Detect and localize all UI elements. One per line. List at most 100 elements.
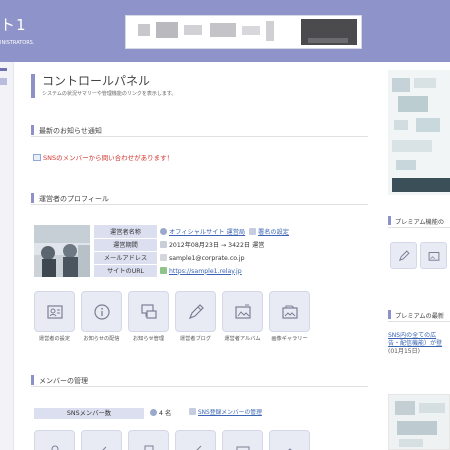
email-address: sample1@corprate.co.jp <box>169 254 245 262</box>
notice-text[interactable]: SNSのメンバーから問い合わせがあります！ <box>43 154 173 162</box>
gallery-icon <box>281 305 298 319</box>
section-title: メンバーの管理 <box>39 377 88 385</box>
member-tile[interactable] <box>269 430 310 450</box>
left-sidebar-item[interactable] <box>0 78 7 85</box>
tile-button[interactable] <box>175 291 216 332</box>
id-card-icon <box>46 304 63 319</box>
notice-alert[interactable]: SNSのメンバーから問い合わせがあります！ <box>33 152 173 162</box>
tile-image-gallery[interactable]: 画像ギャラリー <box>269 291 310 342</box>
site-subtitle: INISTRATORS. <box>0 40 35 46</box>
section-header-notices: 最新のお知らせ通知 <box>31 124 368 137</box>
tile-button[interactable] <box>34 291 75 332</box>
members-count-value: 4 名 <box>159 410 172 417</box>
tile-button[interactable] <box>128 430 169 450</box>
tile-button[interactable] <box>34 430 75 450</box>
users-icon <box>51 445 58 450</box>
image-icon <box>428 251 439 261</box>
chat-icon <box>140 303 157 319</box>
profile-label: サイトのURL <box>94 264 157 278</box>
tile-notice-delivery[interactable]: お知らせの配信 <box>81 291 122 342</box>
table-row: メールアドレス sample1@corprate.co.jp <box>94 251 292 265</box>
main-content: コントロールパネル システムの状況サマリーや管理機能のリンクを表示します。 最新… <box>28 62 368 450</box>
table-row: サイトのURL https://sample1.relay.jp <box>94 264 292 278</box>
member-tile[interactable] <box>222 430 263 450</box>
page-title-block: コントロールパネル システムの状況サマリーや管理機能のリンクを表示します。 <box>31 74 176 98</box>
tile-operator-blog[interactable]: 運営者ブログ <box>175 291 216 342</box>
sidebar-section-title: プレミアム機能の <box>395 219 445 226</box>
photo-icon <box>236 446 249 450</box>
tile-button[interactable] <box>81 291 122 332</box>
left-sidebar-marker <box>0 68 7 71</box>
right-sidebar: プレミアム機能の プレミアムの最新 SNS内の全ての広 告・配信機能）が登 (0… <box>388 62 450 450</box>
tile-operator-settings[interactable]: 運営者の設定 <box>34 291 75 342</box>
pen-icon <box>398 249 410 261</box>
pen-icon <box>188 303 204 319</box>
members-manage-link[interactable]: SNS登録メンバーの管理 <box>189 408 262 419</box>
news-link-line1[interactable]: SNS内の全ての広 <box>388 332 450 340</box>
profile-label: 運営期間 <box>94 238 157 252</box>
section-header-members: メンバーの管理 <box>31 374 368 387</box>
sidebar-section-title: プレミアムの最新 <box>395 313 445 320</box>
profile-table: 運営者名称 オフィシャルサイト 運営局 署名の設定 運営期間 2012年08月2… <box>94 225 292 278</box>
pen-icon <box>195 445 201 450</box>
profile-value: https://sample1.relay.jp <box>157 264 292 278</box>
table-row: 運営期間 2012年08月23日 → 3422日 運営 <box>94 238 292 252</box>
tile-label: 画像ギャラリー <box>271 336 308 342</box>
site-header: ト1 INISTRATORS. <box>0 0 450 62</box>
tile-label: お知らせの配信 <box>83 336 120 342</box>
member-tile[interactable] <box>128 430 169 450</box>
operator-name-link[interactable]: オフィシャルサイト 運営局 <box>169 229 245 236</box>
page-description: システムの状況サマリーや管理機能のリンクを表示します。 <box>42 91 177 97</box>
site-url-link[interactable]: https://sample1.relay.jp <box>169 268 242 275</box>
sidebar-ad-secondary[interactable] <box>388 394 450 450</box>
premium-tile[interactable] <box>390 242 417 269</box>
profile-value: 2012年08月23日 → 3422日 運営 <box>157 238 292 252</box>
site-title[interactable]: ト1 <box>0 14 27 35</box>
profile-value: sample1@corprate.co.jp <box>157 251 292 265</box>
member-tile[interactable] <box>34 430 75 450</box>
tile-button[interactable] <box>128 291 169 332</box>
header-banner-ad[interactable] <box>125 15 362 49</box>
profile-label: メールアドレス <box>94 251 157 265</box>
member-tile[interactable] <box>81 430 122 450</box>
sidebar-section-premium-latest: プレミアムの最新 <box>388 308 450 322</box>
left-sidebar <box>0 62 14 450</box>
sidebar-news-item[interactable]: SNS内の全ての広 告・配信機能）が登 (01月15日) <box>388 332 450 356</box>
user-icon <box>160 227 167 235</box>
globe-icon <box>160 266 167 274</box>
mail-icon <box>160 253 167 261</box>
doc-icon <box>144 445 153 450</box>
mail-icon <box>33 154 41 161</box>
members-label: SNSメンバー数 <box>34 408 144 419</box>
tile-label: 運営者の設定 <box>38 336 71 342</box>
list-icon <box>189 408 196 415</box>
profile-photo <box>34 225 90 277</box>
members-row: SNSメンバー数 4 名 SNS登録メンバーの管理 <box>34 408 364 419</box>
member-tile[interactable] <box>175 430 216 450</box>
tile-label: お知らせ管理 <box>132 336 165 342</box>
profile-label: 運営者名称 <box>94 225 157 239</box>
tile-button[interactable] <box>222 430 263 450</box>
user-icon <box>150 409 157 416</box>
tile-label: 運営者ブログ <box>179 336 212 342</box>
profile-photo-image <box>34 225 90 277</box>
news-link-line2[interactable]: 告・配信機能）が登 <box>388 340 450 348</box>
tile-operator-album[interactable]: 運営者アルバム <box>222 291 263 342</box>
member-tiles <box>34 430 310 450</box>
tile-button[interactable] <box>175 430 216 450</box>
premium-tile[interactable] <box>420 242 447 269</box>
photo-edit-icon <box>234 304 251 319</box>
edit-icon <box>101 446 106 450</box>
signature-settings-link[interactable]: 署名の設定 <box>258 229 289 236</box>
tile-button[interactable] <box>81 430 122 450</box>
tile-button[interactable] <box>269 291 310 332</box>
operation-period: 2012年08月23日 → 3422日 運営 <box>169 242 265 249</box>
members-manage-link-text[interactable]: SNS登録メンバーの管理 <box>198 410 262 416</box>
admin-tiles: 運営者の設定 お知らせの配信 お知らせ管理 運営者ブログ 運営者アルバム 画像ギ… <box>34 291 310 342</box>
tile-button[interactable] <box>269 430 310 450</box>
tile-label: 運営者アルバム <box>224 336 261 342</box>
tile-button[interactable] <box>222 291 263 332</box>
sidebar-ad[interactable] <box>388 70 450 195</box>
tile-notice-management[interactable]: お知らせ管理 <box>128 291 169 342</box>
news-date: (01月15日) <box>388 348 420 355</box>
